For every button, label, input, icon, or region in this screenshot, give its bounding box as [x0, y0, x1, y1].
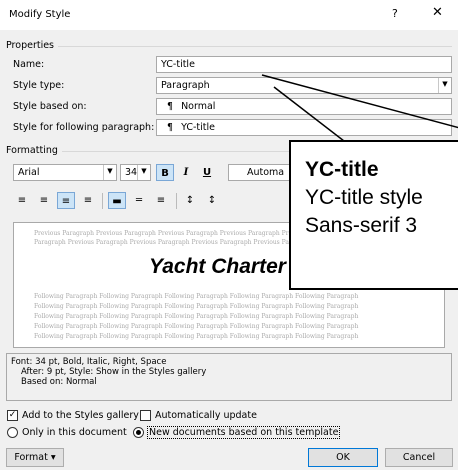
format-button[interactable]: Format ▾ — [6, 448, 64, 467]
following-style-label: Style for following paragraph: — [13, 122, 155, 133]
style-based-on-label: Style based on: — [13, 101, 87, 112]
help-button[interactable]: ? — [392, 7, 398, 20]
auto-update-checkbox[interactable] — [140, 410, 151, 421]
window-title: Modify Style — [9, 9, 71, 20]
auto-update-label: Automatically update — [155, 410, 257, 421]
toolbar-separator — [102, 193, 103, 209]
bold-button[interactable]: B — [156, 164, 174, 181]
style-type-value: Paragraph — [161, 80, 210, 91]
underline-button[interactable]: U — [198, 164, 216, 181]
radio-selected-dot — [136, 430, 141, 435]
title-bar: Modify Style ? ✕ — [0, 0, 458, 30]
font-size-value: 34 — [125, 167, 138, 178]
style-description: Font: 34 pt, Bold, Italic, Right, Space … — [6, 353, 452, 401]
callout-subtitle: YC-title style — [305, 186, 423, 209]
align-left-icon[interactable]: ≡ — [13, 192, 31, 209]
space-before-icon[interactable]: ↕ — [181, 192, 199, 209]
font-color-value: Automa — [247, 167, 285, 178]
annotation-callout: YC-title YC-title style Sans-serif 3 — [289, 140, 458, 290]
style-based-on-select[interactable]: ¶ Normal — [156, 98, 452, 115]
justify-icon[interactable]: ≡ — [79, 192, 97, 209]
add-to-gallery-checkbox[interactable]: ✓ — [7, 410, 18, 421]
ok-button[interactable]: OK — [308, 448, 378, 467]
following-paragraph-text: Following Paragraph Following Paragraph … — [34, 323, 359, 330]
description-line: After: 9 pt, Style: Show in the Styles g… — [21, 367, 207, 377]
only-this-document-label: Only in this document — [22, 427, 127, 438]
properties-heading: Properties — [6, 40, 55, 51]
chevron-down-icon: ▼ — [103, 165, 116, 180]
description-line: Font: 34 pt, Bold, Italic, Right, Space — [11, 357, 167, 367]
italic-button[interactable]: I — [177, 164, 195, 181]
callout-font-note: Sans-serif 3 — [305, 214, 418, 237]
one-half-spacing-icon[interactable]: ═ — [130, 192, 148, 209]
chevron-down-icon: ▼ — [438, 78, 451, 93]
align-center-icon[interactable]: ≡ — [35, 192, 53, 209]
font-value: Arial — [18, 167, 40, 178]
paragraph-mark-icon: ¶ — [167, 122, 174, 133]
name-value: YC-title — [161, 59, 195, 70]
name-field[interactable]: YC-title — [156, 56, 452, 73]
style-based-on-value: Normal — [181, 101, 216, 112]
font-color-select[interactable]: Automa — [228, 164, 298, 181]
style-type-label: Style type: — [13, 80, 65, 91]
double-spacing-icon[interactable]: ≡ — [152, 192, 170, 209]
description-line: Based on: Normal — [21, 377, 97, 387]
following-style-value: YC-title — [181, 122, 215, 133]
following-paragraph-text: Following Paragraph Following Paragraph … — [34, 293, 359, 300]
only-this-document-radio[interactable] — [7, 427, 18, 438]
new-documents-radio[interactable] — [133, 427, 144, 438]
name-label: Name: — [13, 59, 45, 70]
single-spacing-icon[interactable]: ▬ — [108, 192, 126, 209]
following-paragraph-text: Following Paragraph Following Paragraph … — [34, 333, 359, 340]
paragraph-mark-icon: ¶ — [167, 101, 174, 112]
style-type-select[interactable]: Paragraph ▼ — [156, 77, 452, 94]
cancel-button[interactable]: Cancel — [385, 448, 453, 467]
chevron-down-icon: ▼ — [137, 165, 150, 180]
formatting-heading: Formatting — [6, 145, 58, 156]
space-after-icon[interactable]: ↕ — [203, 192, 221, 209]
callout-title: YC-title — [305, 158, 379, 181]
close-button[interactable]: ✕ — [432, 5, 443, 20]
font-size-select[interactable]: 34 ▼ — [120, 164, 151, 181]
align-right-icon[interactable]: ≡ — [57, 192, 75, 209]
new-documents-label: New documents based on this template — [147, 426, 341, 439]
add-to-gallery-label: Add to the Styles gallery — [22, 410, 139, 421]
following-style-select[interactable]: ¶ YC-title — [156, 119, 452, 136]
properties-divider — [58, 46, 452, 47]
following-paragraph-text: Following Paragraph Following Paragraph … — [34, 303, 359, 310]
following-paragraph-text: Following Paragraph Following Paragraph … — [34, 313, 359, 320]
font-select[interactable]: Arial ▼ — [13, 164, 117, 181]
toolbar-separator — [176, 193, 177, 209]
